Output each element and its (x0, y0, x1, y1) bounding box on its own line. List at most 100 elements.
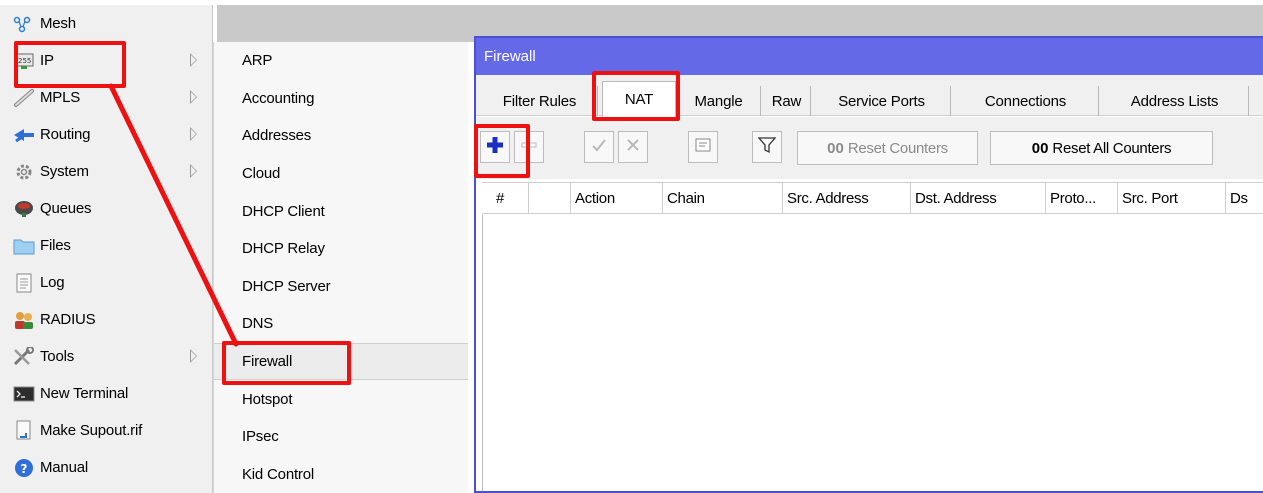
menu-item-label: RADIUS (40, 311, 96, 328)
menu-item-make-supout[interactable]: Make Supout.rif (0, 412, 212, 449)
submenu-item-cloud[interactable]: Cloud (214, 155, 468, 193)
remove-button[interactable] (514, 131, 544, 163)
nat-rules-table[interactable] (482, 215, 1263, 491)
menu-item-routing[interactable]: Routing (0, 116, 212, 153)
system-gear-icon (12, 161, 36, 183)
column-header-dst-address[interactable]: Dst. Address (910, 183, 1045, 214)
menu-item-queues[interactable]: Queues (0, 190, 212, 227)
menu-item-new-terminal[interactable]: New Terminal (0, 375, 212, 412)
submenu-item-addresses[interactable]: Addresses (214, 117, 468, 155)
mesh-icon (12, 13, 36, 35)
menu-item-label: Queues (40, 200, 92, 217)
menu-item-mesh[interactable]: Mesh (0, 5, 212, 42)
counter-icon: 00 (1031, 139, 1049, 157)
table-header: # Action Chain Src. Address Dst. Address… (482, 182, 1263, 214)
comment-button[interactable] (688, 131, 718, 163)
menu-item-label: Log (40, 274, 65, 291)
tab-address-lists[interactable]: Address Lists (1101, 86, 1249, 116)
tab-bar: Filter Rules NAT Mangle Raw Service Port… (476, 75, 1263, 117)
main-menu: Mesh 255 IP MPLS Routing System Queues F… (0, 5, 213, 493)
document-arrow-icon (12, 420, 36, 442)
log-icon (12, 272, 36, 294)
comment-icon (694, 137, 712, 157)
disable-button[interactable] (618, 131, 648, 163)
menu-item-label: Make Supout.rif (40, 422, 143, 439)
submenu-item-dhcp-relay[interactable]: DHCP Relay (214, 230, 468, 268)
submenu-item-accounting[interactable]: Accounting (214, 80, 468, 118)
firewall-window: Firewall Filter Rules NAT Mangle Raw Ser… (474, 36, 1263, 493)
reset-counters-label: Reset Counters (847, 139, 948, 157)
submenu-arrow-icon (190, 164, 197, 178)
filter-icon (757, 136, 777, 158)
column-header-action[interactable]: Action (570, 183, 662, 214)
tab-mangle[interactable]: Mangle (677, 86, 761, 116)
menu-item-label: New Terminal (40, 385, 129, 402)
menu-item-tools[interactable]: Tools (0, 338, 212, 375)
menu-item-label: Tools (40, 348, 75, 365)
menu-item-system[interactable]: System (0, 153, 212, 190)
menu-item-label: IP (40, 52, 54, 69)
submenu-item-dhcp-client[interactable]: DHCP Client (214, 192, 468, 230)
menu-item-label: MPLS (40, 89, 81, 106)
menu-item-files[interactable]: Files (0, 227, 212, 264)
queues-icon (12, 198, 36, 220)
menu-item-label: Routing (40, 126, 91, 143)
svg-text:?: ? (21, 462, 28, 476)
routing-icon (12, 124, 36, 146)
menu-item-label: System (40, 163, 89, 180)
column-header-protocol[interactable]: Proto... (1045, 183, 1117, 214)
tab-filter-rules[interactable]: Filter Rules (482, 86, 598, 116)
column-header-src-address[interactable]: Src. Address (782, 183, 910, 214)
tools-icon (12, 346, 36, 368)
window-titlebar[interactable]: Firewall (476, 38, 1263, 75)
submenu-item-dns[interactable]: DNS (214, 305, 468, 343)
tab-raw[interactable]: Raw (763, 86, 811, 116)
menu-item-label: Files (40, 237, 71, 254)
submenu-item-ipsec[interactable]: IPsec (214, 418, 468, 456)
submenu-item-dhcp-server[interactable]: DHCP Server (214, 268, 468, 306)
ip-submenu: ARP Accounting Addresses Cloud DHCP Clie… (213, 42, 468, 493)
submenu-item-arp[interactable]: ARP (214, 42, 468, 80)
counter-icon: 00 (827, 139, 844, 157)
folder-icon (12, 235, 36, 257)
enable-button[interactable] (584, 131, 614, 163)
radius-users-icon (12, 309, 36, 331)
column-header-chain[interactable]: Chain (662, 183, 782, 214)
submenu-arrow-icon (190, 127, 197, 141)
toolbar: 00 Reset Counters 00 Reset All Counters (476, 117, 1263, 179)
menu-item-log[interactable]: Log (0, 264, 212, 301)
column-header-flags[interactable] (528, 183, 570, 214)
reset-all-counters-button[interactable]: 00 Reset All Counters (990, 131, 1213, 165)
menu-item-radius[interactable]: RADIUS (0, 301, 212, 338)
column-header-src-port[interactable]: Src. Port (1117, 183, 1225, 214)
tab-connections[interactable]: Connections (953, 86, 1099, 116)
help-icon: ? (12, 457, 36, 479)
plus-icon (486, 136, 504, 158)
minus-icon (521, 137, 537, 157)
menu-item-manual[interactable]: ? Manual (0, 449, 212, 486)
tab-service-ports[interactable]: Service Ports (813, 86, 951, 116)
filter-button[interactable] (752, 131, 782, 163)
reset-counters-button[interactable]: 00 Reset Counters (797, 131, 978, 165)
tab-nat[interactable]: NAT (602, 81, 676, 117)
column-header-dst-port[interactable]: Ds (1225, 183, 1263, 214)
submenu-arrow-icon (190, 53, 197, 67)
menu-item-mpls[interactable]: MPLS (0, 79, 212, 116)
menu-item-label: Manual (40, 459, 88, 476)
add-button[interactable] (480, 131, 510, 163)
check-icon (591, 137, 607, 157)
submenu-arrow-icon (190, 90, 197, 104)
window-title: Firewall (484, 48, 536, 65)
reset-all-counters-label: Reset All Counters (1052, 139, 1172, 157)
terminal-icon (12, 383, 36, 405)
submenu-item-firewall[interactable]: Firewall (214, 342, 468, 381)
ip-icon: 255 (12, 50, 36, 72)
menu-item-ip[interactable]: 255 IP (0, 42, 212, 79)
submenu-arrow-icon (190, 349, 197, 363)
x-icon (625, 137, 641, 157)
column-header-number[interactable]: # (482, 183, 528, 214)
mpls-icon (12, 87, 36, 109)
menu-item-label: Mesh (40, 15, 76, 32)
submenu-item-hotspot[interactable]: Hotspot (214, 380, 468, 418)
submenu-item-kid-control[interactable]: Kid Control (214, 456, 468, 493)
